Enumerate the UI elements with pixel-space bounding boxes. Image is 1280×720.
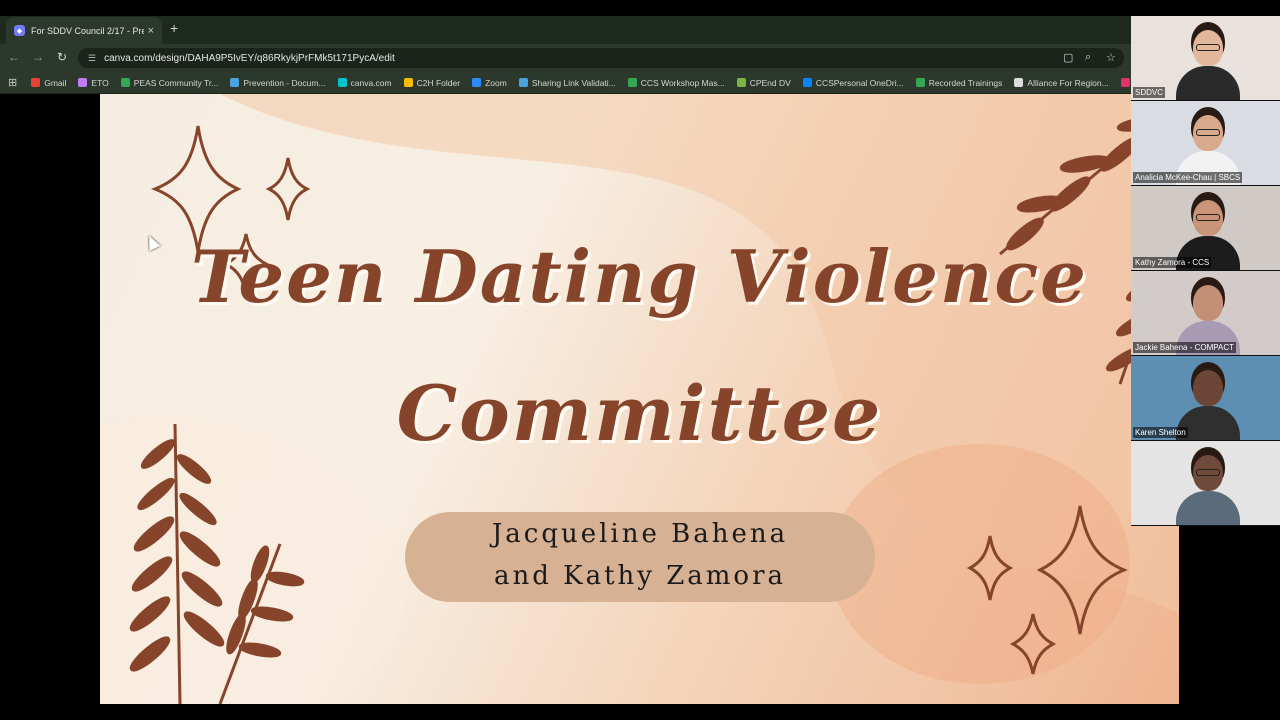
bookmark-label: C2H Folder <box>416 77 461 88</box>
apps-grid-icon[interactable]: ⊞ <box>8 76 17 89</box>
bookmarks-bar: ⊞ Gmail ETO PEAS Community Tr... Prevention… <box>0 72 1171 94</box>
new-tab-button[interactable]: + <box>170 20 178 36</box>
bookmark-label: canva.com <box>350 77 392 88</box>
glasses-icon <box>1196 44 1220 51</box>
bookmark-item[interactable]: C2H Folder <box>403 77 461 88</box>
bookmark-favicon-icon <box>1120 78 1130 87</box>
zoom-icon[interactable]: ⌕ <box>1085 51 1091 64</box>
bookmark-item[interactable]: Gmail <box>31 78 66 88</box>
bookmark-label: Zoom <box>485 77 507 88</box>
participant-tile[interactable]: Kathy Zamora - CCS <box>1131 186 1280 270</box>
bookmark-label: ETO <box>91 77 109 88</box>
tab-close-icon[interactable]: × <box>148 25 154 37</box>
bookmark-favicon-icon <box>337 78 347 87</box>
bookmark-favicon-icon <box>472 78 482 87</box>
bookmark-label: CCS Workshop Mas... <box>640 77 725 88</box>
bookmark-favicon-icon <box>915 78 925 87</box>
site-info-icon[interactable]: ☰ <box>88 53 96 64</box>
glasses-icon <box>1196 469 1220 476</box>
bookmark-favicon-icon <box>518 78 528 87</box>
participant-name-label: Karen Shelton <box>1133 427 1188 438</box>
canva-favicon-icon: ◆ <box>14 25 25 36</box>
bookmark-favicon-icon <box>627 78 637 87</box>
bookmark-item[interactable]: Zoom <box>472 78 507 88</box>
back-icon[interactable]: ← <box>6 50 22 64</box>
glasses-icon <box>1196 129 1220 136</box>
url-text: canva.com/design/DAHA9P5IvEY/q86RkykjPrF… <box>104 52 395 64</box>
participant-tile[interactable] <box>1131 441 1280 525</box>
participant-tile[interactable]: Karen Shelton <box>1131 356 1280 440</box>
bookmark-label: Gmail <box>44 77 67 88</box>
bookmark-favicon-icon <box>403 78 413 87</box>
bookmark-label: CCSPersonal OneDri... <box>815 77 904 88</box>
bookmark-item[interactable]: CCSPersonal OneDri... <box>802 77 904 88</box>
bookmark-label: Sharing Link Validati... <box>531 77 616 88</box>
forward-icon[interactable]: → <box>30 50 46 64</box>
tab-title: For SDDV Council 2/17 - Presen <box>31 25 144 36</box>
presenter-name-1: Jacqueline Bahena <box>491 519 789 549</box>
bookmark-label: CPEnd DV <box>749 77 791 88</box>
slide-title-line-1: Teen Dating Violence <box>191 234 1088 319</box>
participant-head <box>1193 285 1223 321</box>
participant-name-label: Kathy Zamora - CCS <box>1133 257 1212 268</box>
bookmark-label: Alliance For Region... <box>1027 77 1109 88</box>
presentation-slide: Teen Dating Violence Committee Jacquelin… <box>100 94 1179 704</box>
bookmark-favicon-icon <box>1014 78 1024 87</box>
bookmark-item[interactable]: Alliance For Region... <box>1014 77 1109 88</box>
participant-tile[interactable]: Jackie Bahena - COMPACT <box>1131 271 1280 355</box>
bookmark-favicon-icon <box>78 78 88 87</box>
bookmark-item[interactable]: Sharing Link Validati... <box>518 77 616 88</box>
glasses-icon <box>1196 214 1220 221</box>
participant-tile[interactable]: SDDVC <box>1131 16 1280 100</box>
bookmark-star-icon[interactable]: ☆ <box>1106 51 1116 64</box>
bookmark-item[interactable]: ETO <box>78 77 109 88</box>
bookmark-favicon-icon <box>31 78 41 87</box>
bookmark-item[interactable]: CCS Workshop Mas... <box>627 77 725 88</box>
slide-title-line-2: Committee <box>396 369 883 458</box>
bookmark-label: PEAS Community Tr... <box>133 77 219 88</box>
bookmark-favicon-icon <box>120 78 130 87</box>
bookmark-item[interactable]: Prevention - Docum... <box>230 77 326 88</box>
bookmark-favicon-icon <box>230 78 240 87</box>
participant-name-label: Jackie Bahena - COMPACT <box>1133 342 1236 353</box>
bookmark-item[interactable]: CPEnd DV <box>736 77 791 88</box>
participant-name-label: SDDVC <box>1133 87 1166 98</box>
participant-head <box>1193 370 1223 406</box>
bookmark-label: Recorded Trainings <box>928 77 1003 88</box>
presenter-name-2: and Kathy Zamora <box>493 561 787 591</box>
bookmark-favicon-icon <box>736 78 746 87</box>
reload-icon[interactable]: ↻ <box>54 50 70 64</box>
participant-name-label: Analicia McKee-Chau | SBCS <box>1133 172 1243 183</box>
sparkle-icon <box>265 157 311 221</box>
left-letterbox <box>0 94 100 704</box>
bookmark-item[interactable]: canva.com <box>337 77 392 88</box>
bookmark-item[interactable]: Recorded Trainings <box>915 77 1003 88</box>
bookmark-favicon-icon <box>802 78 812 87</box>
bookmark-label: Prevention - Docum... <box>243 77 326 88</box>
address-bar[interactable]: ☰ canva.com/design/DAHA9P5IvEY/q86RkykjP… <box>78 48 1124 68</box>
participant-tile[interactable]: Analicia McKee-Chau | SBCS <box>1131 101 1280 185</box>
tab-canva[interactable]: ◆ For SDDV Council 2/17 - Presen × <box>6 17 162 44</box>
clipboard-icon[interactable]: ▢ <box>1063 51 1073 64</box>
right-letterbox <box>1179 526 1280 704</box>
bottom-letterbox <box>0 704 1280 720</box>
top-letterbox <box>0 0 1280 16</box>
bookmark-item[interactable]: PEAS Community Tr... <box>120 77 219 88</box>
